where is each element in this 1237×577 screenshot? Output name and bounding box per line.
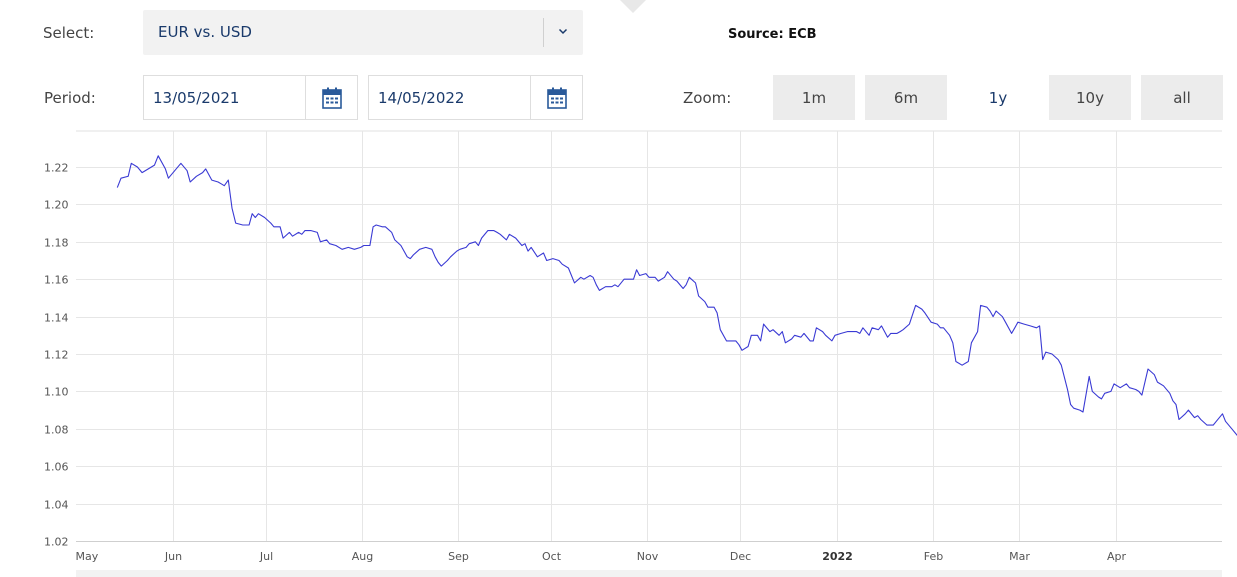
zoom-1m-button[interactable]: 1m <box>773 75 855 120</box>
y-tick-label: 1.20 <box>44 199 69 212</box>
select-divider <box>543 18 544 47</box>
x-tick-label: Jun <box>164 550 182 563</box>
date-from-field[interactable]: 13/05/2021 <box>143 75 358 120</box>
x-tick-label: Aug <box>352 550 373 563</box>
x-tick-label: 2022 <box>822 550 853 563</box>
x-tick-label: Feb <box>924 550 943 563</box>
y-tick-label: 1.18 <box>44 237 69 250</box>
x-tick-label: Nov <box>637 550 659 563</box>
zoom-label: Zoom: <box>683 89 732 107</box>
zoom-10y-button[interactable]: 10y <box>1049 75 1131 120</box>
zoom-6m-button[interactable]: 6m <box>865 75 947 120</box>
y-tick-label: 1.16 <box>44 274 69 287</box>
x-tick-label: Oct <box>542 550 562 563</box>
exchange-rate-chart: 1.02 1.04 1.06 1.08 1.10 1.12 1.14 1.16 1.18 1.20… <box>44 130 1237 563</box>
x-tick-label: Apr <box>1107 550 1127 563</box>
source-label: Source: ECB <box>728 27 817 42</box>
date-from-divider <box>305 76 306 119</box>
x-tick-label: Mar <box>1009 550 1030 563</box>
y-tick-label: 1.08 <box>44 424 69 437</box>
zoom-all-button[interactable]: all <box>1141 75 1223 120</box>
rate-series-line <box>116 155 1237 436</box>
y-tick-label: 1.04 <box>44 499 69 512</box>
y-tick-label: 1.22 <box>44 162 69 175</box>
chevron-down-icon[interactable] <box>555 23 571 39</box>
select-label: Select: <box>43 24 95 42</box>
currency-pair-value: EUR vs. USD <box>158 23 252 41</box>
date-from-value: 13/05/2021 <box>153 89 240 107</box>
x-tick-label: Jul <box>259 550 273 563</box>
date-to-divider <box>530 76 531 119</box>
zoom-1y-button[interactable]: 1y <box>957 75 1039 120</box>
calendar-icon[interactable] <box>322 87 342 109</box>
currency-pair-select[interactable]: EUR vs. USD <box>143 10 583 55</box>
navigator-strip[interactable] <box>76 570 1222 577</box>
date-to-value: 14/05/2022 <box>378 89 465 107</box>
y-tick-label: 1.10 <box>44 386 69 399</box>
y-tick-label: 1.14 <box>44 312 69 325</box>
calendar-icon[interactable] <box>547 87 567 109</box>
tooltip-notch <box>620 0 646 13</box>
x-tick-label: Dec <box>730 550 751 563</box>
period-label: Period: <box>44 89 96 107</box>
y-tick-label: 1.02 <box>44 536 69 549</box>
x-tick-label: May <box>76 550 99 563</box>
x-tick-label: Sep <box>448 550 469 563</box>
date-to-field[interactable]: 14/05/2022 <box>368 75 583 120</box>
y-tick-label: 1.12 <box>44 349 69 362</box>
y-tick-label: 1.06 <box>44 461 69 474</box>
